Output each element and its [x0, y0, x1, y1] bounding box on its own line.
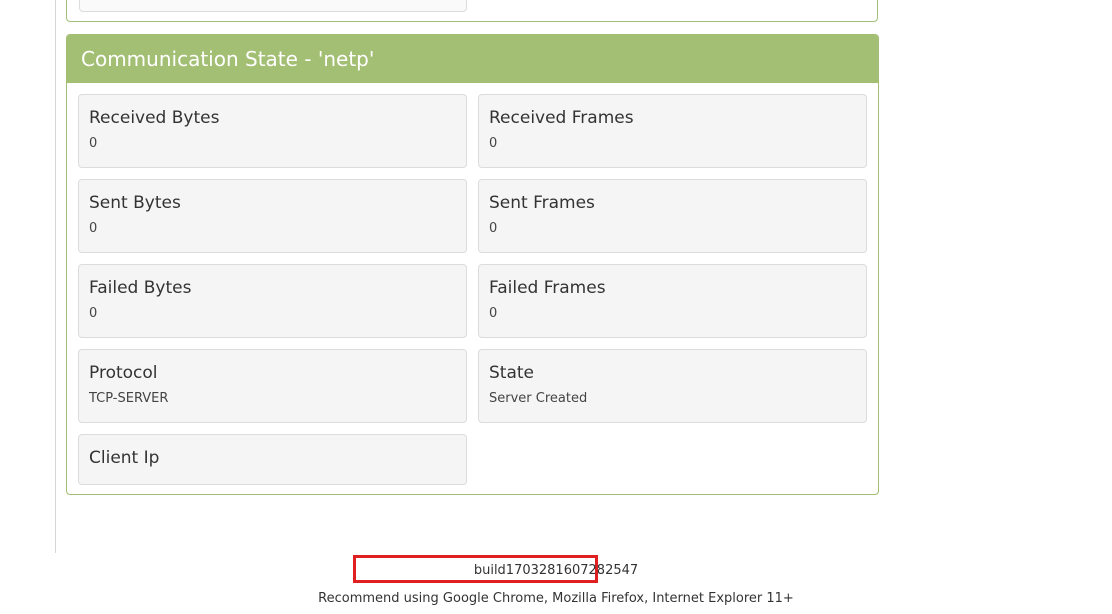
field-label: Sent Bytes [89, 193, 181, 213]
field-label: Sent Frames [489, 193, 595, 213]
field-failed-frames: Failed Frames 0 [478, 264, 867, 338]
communication-state-panel: Communication State - 'netp' Received By… [66, 34, 879, 495]
field-sent-frames: Sent Frames 0 [478, 179, 867, 253]
field-value: TCP-SERVER [89, 391, 169, 406]
panel-title: Communication State - 'netp' [81, 47, 375, 71]
previous-panel [66, 0, 878, 22]
panel-header: Communication State - 'netp' [67, 35, 878, 83]
sidebar-divider [55, 0, 56, 553]
field-value: 0 [89, 136, 98, 151]
field-state: State Server Created [478, 349, 867, 423]
field-value: 0 [89, 306, 98, 321]
field-label: Protocol [89, 363, 158, 383]
field-label: Received Frames [489, 108, 634, 128]
field-value: 0 [489, 306, 498, 321]
field-label: Client Ip [89, 448, 160, 468]
field-failed-bytes: Failed Bytes 0 [78, 264, 467, 338]
field-value: Server Created [489, 391, 588, 406]
field-received-frames: Received Frames 0 [478, 94, 867, 168]
previous-panel-card [79, 0, 467, 12]
browser-recommendation: Recommend using Google Chrome, Mozilla F… [318, 591, 794, 606]
field-received-bytes: Received Bytes 0 [78, 94, 467, 168]
field-protocol: Protocol TCP-SERVER [78, 349, 467, 423]
field-value: 0 [89, 221, 98, 236]
field-label: Received Bytes [89, 108, 220, 128]
field-label: State [489, 363, 534, 383]
field-label: Failed Frames [489, 278, 606, 298]
field-client-ip: Client Ip [78, 434, 467, 485]
field-value: 0 [489, 136, 498, 151]
field-value: 0 [489, 221, 498, 236]
build-number: build1703281607282547 [473, 563, 639, 578]
field-label: Failed Bytes [89, 278, 192, 298]
field-sent-bytes: Sent Bytes 0 [78, 179, 467, 253]
